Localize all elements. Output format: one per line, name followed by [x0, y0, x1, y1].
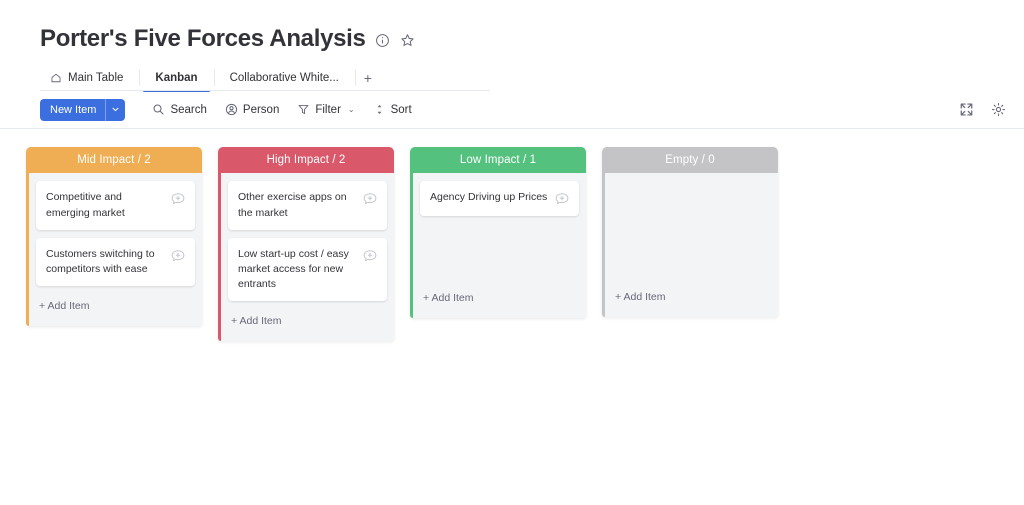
kanban-card[interactable]: Agency Driving up Prices: [420, 181, 579, 217]
kanban-card-title: Low start-up cost / easy market access f…: [238, 247, 349, 291]
toolbar-right-actions: [958, 102, 1006, 118]
kanban-column: Low Impact / 1 Agency Driving up Prices + …: [410, 147, 586, 319]
filter-label: Filter: [315, 103, 341, 116]
kanban-card[interactable]: Competitive and emerging market: [36, 181, 195, 230]
kanban-column-header[interactable]: Low Impact / 1: [410, 147, 586, 174]
kanban-column-body: + Add Item: [602, 173, 778, 318]
kanban-card-title: Other exercise apps on the market: [238, 191, 347, 219]
kanban-card-title: Agency Driving up Prices: [430, 191, 548, 204]
page-title: Porter's Five Forces Analysis: [40, 25, 366, 52]
kanban-column-dropzone[interactable]: [420, 224, 579, 286]
kanban-column: Empty / 0 + Add Item: [602, 147, 778, 318]
kanban-column-header[interactable]: Empty / 0: [602, 147, 778, 174]
tab-label: Collaborative White...: [229, 71, 339, 84]
add-comment-icon[interactable]: [362, 248, 378, 264]
kanban-column: High Impact / 2 Other exercise apps on th…: [218, 147, 394, 342]
person-label: Person: [242, 103, 280, 116]
search-button[interactable]: Search: [143, 100, 215, 119]
add-item-button[interactable]: + Add Item: [228, 309, 387, 341]
kanban-column-dropzone[interactable]: [612, 181, 771, 285]
add-comment-icon[interactable]: [170, 191, 186, 207]
board-toolbar: New Item Search Person Filter ⌄ Sort: [0, 91, 1024, 130]
kanban-column-body: Other exercise apps on the market Low sta…: [218, 173, 394, 342]
title-row: Porter's Five Forces Analysis: [40, 25, 1024, 52]
person-icon: [225, 103, 238, 116]
add-item-button[interactable]: + Add Item: [420, 286, 579, 318]
kanban-column-header[interactable]: Mid Impact / 2: [26, 147, 202, 174]
star-icon[interactable]: [400, 33, 416, 49]
tab-label: Kanban: [155, 71, 198, 84]
chevron-down-icon[interactable]: ⌄: [348, 105, 355, 114]
home-icon: [50, 72, 62, 84]
kanban-column-body: Agency Driving up Prices + Add Item: [410, 173, 586, 319]
filter-button[interactable]: Filter ⌄: [288, 100, 363, 119]
kanban-card[interactable]: Customers switching to competitors with …: [36, 237, 195, 287]
gear-icon[interactable]: [990, 102, 1006, 118]
add-comment-icon[interactable]: [362, 191, 378, 207]
new-item-button[interactable]: New Item: [40, 98, 126, 121]
kanban-card-title: Customers switching to competitors with …: [46, 247, 155, 276]
person-filter-button[interactable]: Person: [216, 100, 288, 119]
new-item-label: New Item: [50, 103, 97, 116]
add-item-button[interactable]: + Add Item: [36, 294, 195, 326]
expand-collapse-icon[interactable]: [958, 102, 974, 118]
tab-kanban[interactable]: Kanban: [139, 64, 213, 93]
sort-label: Sort: [390, 103, 412, 116]
add-view-button[interactable]: +: [354, 64, 381, 91]
kanban-card-title: Competitive and emerging market: [46, 191, 125, 219]
add-item-button[interactable]: + Add Item: [612, 285, 771, 317]
kanban-card[interactable]: Low start-up cost / easy market access f…: [228, 237, 387, 302]
tab-collaborative-whiteboard[interactable]: Collaborative White...: [213, 64, 355, 91]
kanban-board: Mid Impact / 2 Competitive and emerging m…: [0, 129, 1024, 342]
tab-main-table[interactable]: Main Table: [40, 64, 139, 91]
filter-icon: [297, 103, 310, 116]
info-circle-icon[interactable]: [375, 33, 391, 49]
kanban-card[interactable]: Other exercise apps on the market: [228, 181, 387, 230]
add-comment-icon[interactable]: [554, 191, 570, 207]
board-header: Porter's Five Forces Analysis Main Table: [0, 0, 1024, 93]
chevron-down-icon[interactable]: [105, 98, 125, 121]
kanban-column: Mid Impact / 2 Competitive and emerging m…: [26, 147, 202, 327]
tab-label: Main Table: [68, 71, 124, 84]
sort-icon: [373, 103, 386, 116]
search-icon: [152, 103, 165, 116]
kanban-column-header[interactable]: High Impact / 2: [218, 147, 394, 174]
sort-button[interactable]: Sort: [364, 100, 421, 119]
kanban-column-body: Competitive and emerging market Customers…: [26, 173, 202, 327]
board-view-tabs: Main Table Kanban Collaborative White...…: [40, 64, 1024, 93]
add-comment-icon[interactable]: [170, 248, 186, 264]
search-label: Search: [170, 103, 207, 116]
